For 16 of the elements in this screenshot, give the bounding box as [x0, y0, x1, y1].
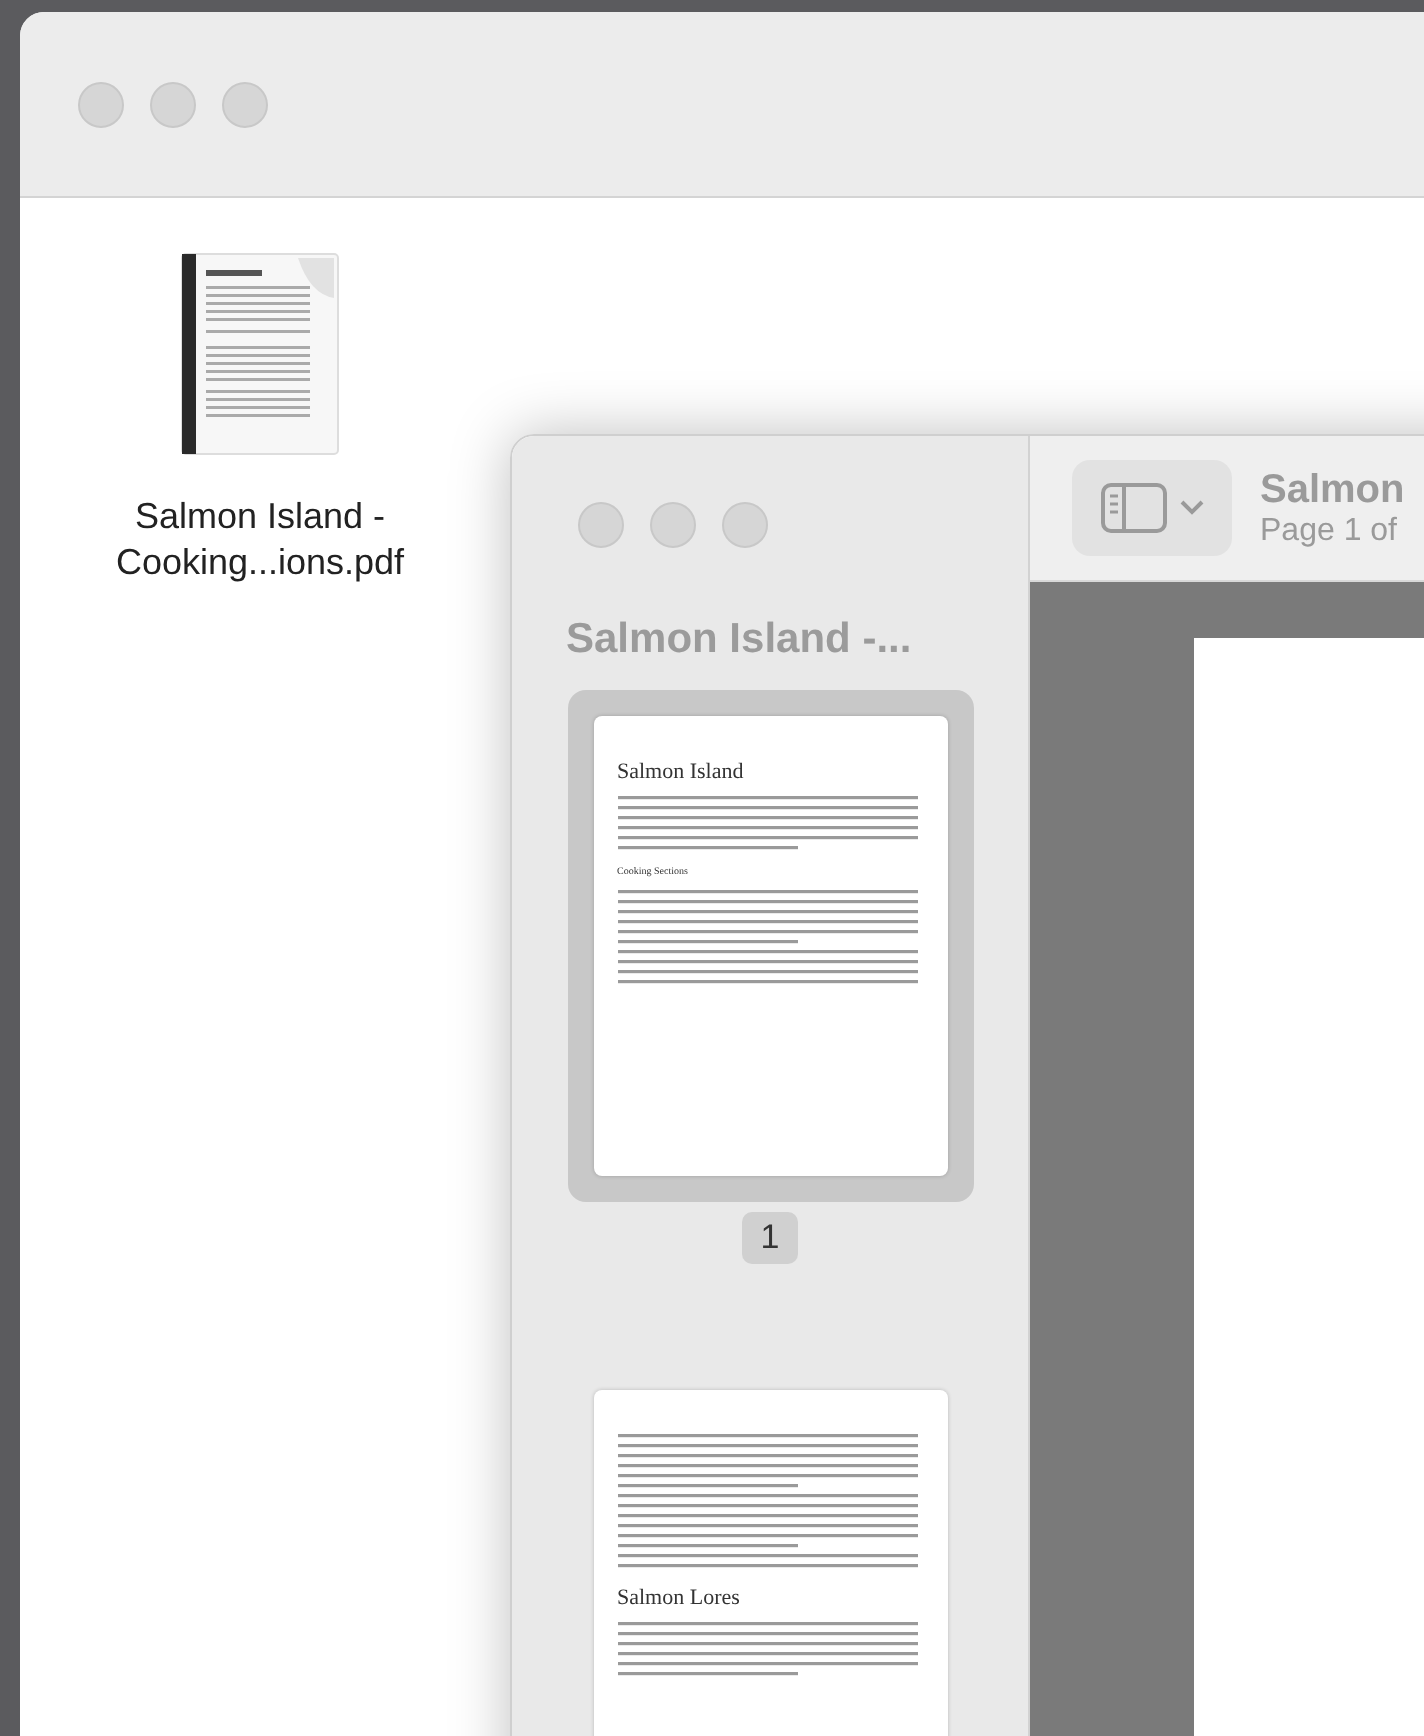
- page-heading: Salmon Island: [617, 760, 746, 784]
- page-indicator: Page 1 of: [1260, 513, 1399, 549]
- window-control-button[interactable]: [222, 81, 268, 127]
- window-control-button[interactable]: [722, 502, 768, 548]
- window-control-button[interactable]: [150, 81, 196, 127]
- chevron-down-icon: [1180, 500, 1204, 516]
- file-name[interactable]: Salmon Island - Cooking...ions.pdf: [60, 494, 460, 586]
- window-control-button[interactable]: [650, 502, 696, 548]
- window-control-button[interactable]: [578, 502, 624, 548]
- document-title: Salmon: [1260, 467, 1405, 513]
- sidebar-toggle-button[interactable]: [1072, 460, 1232, 556]
- window-control-button[interactable]: [78, 81, 124, 127]
- sidebar-icon: [1100, 482, 1168, 534]
- page-number: 1: [742, 1212, 798, 1264]
- page-heading: Salmon Lores: [617, 1586, 742, 1610]
- sidebar-title: Salmon Island -...: [564, 616, 912, 664]
